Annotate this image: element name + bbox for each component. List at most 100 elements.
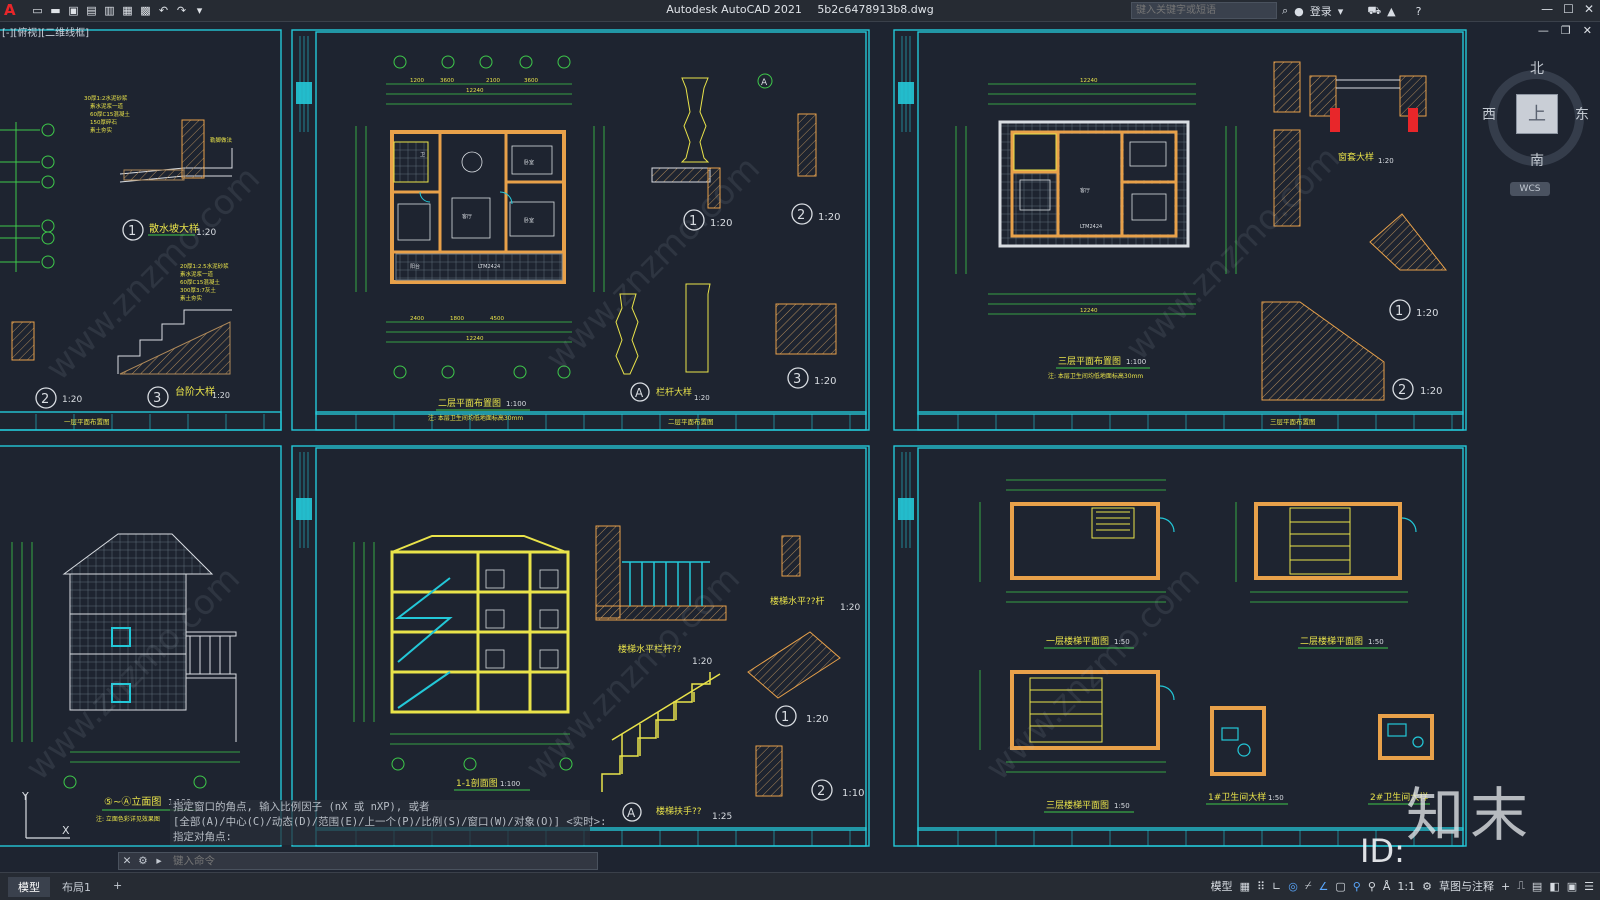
isodraft-icon[interactable]: ⌿ (1305, 879, 1312, 893)
panel-6-stairs: 一层楼梯平面图 二层楼梯平面图 三层楼梯平面图 1#卫生间大样 2#卫生间大样 … (979, 479, 1434, 813)
plan-title-2: 二层平面布置图 (438, 397, 501, 409)
svg-text:客厅: 客厅 (1080, 187, 1090, 194)
view-cube-top-face[interactable]: 上 (1516, 94, 1558, 134)
command-input[interactable] (173, 855, 553, 867)
svg-text:2: 2 (817, 784, 825, 799)
plan-title-3: 三层平面布置图 (1058, 355, 1121, 367)
close-command-icon[interactable]: ✕ (119, 855, 135, 867)
svg-text:LTM2424: LTM2424 (1080, 224, 1102, 230)
svg-text:1:50: 1:50 (1114, 802, 1130, 810)
svg-text:60厚C15混凝土: 60厚C15混凝土 (180, 278, 220, 286)
command-prompt-icon[interactable]: ▸ (151, 855, 167, 867)
svg-text:1:20: 1:20 (212, 391, 230, 400)
document-window-controls: — ❐ ✕ (1538, 24, 1592, 37)
app-name: Autodesk AutoCAD 2021 (666, 3, 802, 16)
customize-wrench-icon[interactable]: ⚙ (135, 855, 151, 867)
workspace-gear-icon[interactable]: ⚙ (1422, 880, 1432, 893)
chevron-down-icon[interactable]: ▾ (1338, 5, 1344, 18)
help-icon[interactable]: ? (1416, 5, 1422, 18)
viewport-controls-label[interactable]: [-][俯视][二维线框] (2, 24, 89, 39)
object-snap-icon[interactable]: ▢ (1335, 880, 1345, 893)
compass-south[interactable]: 南 (1530, 150, 1544, 170)
scale-label-6: 1:20 (806, 714, 828, 725)
customization-menu-icon[interactable]: ☰ (1584, 880, 1594, 893)
grid-icon[interactable]: ▦ (1240, 880, 1250, 893)
new-file-icon[interactable]: ▭ (30, 3, 45, 18)
doc-minimize-icon[interactable]: — (1538, 24, 1549, 37)
scale-label-2: 1:20 (818, 212, 840, 223)
compass-east[interactable]: 东 (1575, 104, 1589, 124)
stair-plan-title-2: 二层楼梯平面图 (1300, 635, 1363, 647)
snap-icon[interactable]: ⠿ (1257, 880, 1265, 893)
isolate-objects-icon[interactable]: ◧ (1549, 880, 1559, 893)
svg-text:1:20: 1:20 (840, 603, 860, 613)
annotation-visibility-icon[interactable]: ⚲ (1353, 880, 1361, 893)
annotation-monitor-icon[interactable]: + (1501, 880, 1510, 893)
svg-text:2: 2 (41, 392, 49, 407)
search-icon[interactable]: ⌕ (1282, 4, 1288, 18)
annotation-scale-icon[interactable]: Å (1383, 880, 1391, 893)
svg-text:卧室: 卧室 (524, 159, 534, 166)
auto-scale-icon[interactable]: ⚲ (1368, 880, 1376, 893)
svg-text:素水泥浆一道: 素水泥浆一道 (90, 102, 124, 110)
save-as-icon[interactable]: ▤ (84, 3, 99, 18)
doc-close-icon[interactable]: ✕ (1583, 24, 1592, 37)
panel-2-floor-plan: 1200 3600 2100 3600 12240 12240 2400 1800 4500… (355, 55, 840, 422)
svg-text:12240: 12240 (1080, 308, 1098, 314)
command-history: 指定窗口的角点, 输入比例因子 (nX 或 nXP), 或者 [全部(A)/中心… (170, 800, 606, 845)
drawing-canvas[interactable]: 30厚1:2水泥砂浆 素水泥浆一道 60厚C15混凝土 150厚碎石 素土夯实 勒脚做法… (0, 22, 1600, 872)
polar-tracking-icon[interactable]: ◎ (1288, 880, 1298, 893)
svg-text:1200: 1200 (410, 78, 424, 84)
save-web-icon[interactable]: ▦ (120, 3, 135, 18)
quick-properties-icon[interactable]: ▤ (1532, 880, 1542, 893)
ortho-icon[interactable]: ∟ (1272, 880, 1281, 893)
section-title: 1-1剖面图 (456, 777, 498, 789)
compass-north[interactable]: 北 (1530, 58, 1544, 78)
tab-model[interactable]: 模型 (8, 877, 50, 897)
footer-1: 一层平面布置图 (64, 417, 110, 426)
open-web-icon[interactable]: ▥ (102, 3, 117, 18)
tab-add[interactable]: + (103, 877, 132, 897)
units-icon[interactable]: ⎍ (1517, 879, 1525, 893)
command-history-line: 指定对角点: (170, 830, 590, 845)
workspace-dropdown[interactable]: 草图与注释 (1439, 878, 1494, 894)
elevation-title: ⑤~Ⓐ立面图 (104, 795, 161, 808)
plan-note-3: 注: 本层卫生间均低地面标高30mm (1048, 372, 1143, 380)
scale-dropdown[interactable]: 1:1 (1397, 880, 1415, 893)
view-cube[interactable]: 上 北 南 西 东 (1482, 58, 1590, 170)
minimize-icon[interactable]: — (1541, 2, 1553, 16)
login-link[interactable]: 登录 (1310, 3, 1332, 19)
svg-text:Y: Y (21, 790, 29, 803)
tab-layout1[interactable]: 布局1 (52, 877, 101, 897)
customize-chevron-icon[interactable]: ▾ (192, 3, 207, 18)
svg-text:阳台: 阳台 (410, 263, 420, 270)
cart-icon[interactable]: ⛟ (1367, 4, 1381, 19)
clean-screen-icon[interactable]: ▣ (1567, 880, 1577, 893)
doc-restore-icon[interactable]: ❐ (1561, 24, 1571, 37)
svg-text:1800: 1800 (450, 316, 464, 322)
save-icon[interactable]: ▣ (66, 3, 81, 18)
status-tools: 模型 ▦ ⠿ ∟ ◎ ⌿ ∠ ▢ ⚲ ⚲ Å 1:1 ⚙ 草图与注释 + ⎍ ▤… (1211, 878, 1594, 894)
plot-icon[interactable]: ▩ (138, 3, 153, 18)
svg-text:12240: 12240 (1080, 78, 1098, 84)
viewport-bar: [-][俯视][二维线框] — ❐ ✕ (0, 23, 1600, 39)
svg-text:300厚3:7灰土: 300厚3:7灰土 (180, 286, 216, 294)
a360-icon[interactable]: ▲ (1387, 5, 1395, 18)
redo-icon[interactable]: ↷ (174, 3, 189, 18)
autocad-logo-icon[interactable]: A (4, 2, 20, 19)
model-space-button[interactable]: 模型 (1211, 878, 1233, 894)
wcs-menu[interactable]: WCS (1510, 182, 1550, 196)
svg-text:卧室: 卧室 (524, 217, 534, 224)
user-icon[interactable]: ● (1294, 5, 1304, 18)
drawing-svg[interactable]: 30厚1:2水泥砂浆素水泥浆一道60厚C15混凝土 150厚碎石素土夯实勒脚做法… (0, 22, 1600, 872)
undo-icon[interactable]: ↶ (156, 3, 171, 18)
compass-west[interactable]: 西 (1482, 104, 1496, 124)
title-bar: A ▭ ▬ ▣ ▤ ▥ ▦ ▩ ↶ ↷ ▾ Autodesk AutoCAD 2… (0, 0, 1600, 22)
close-icon[interactable]: ✕ (1584, 2, 1594, 16)
svg-text:素土夯实: 素土夯实 (90, 126, 113, 134)
svg-text:1:20: 1:20 (692, 657, 712, 667)
maximize-icon[interactable]: ☐ (1563, 2, 1574, 16)
open-folder-icon[interactable]: ▬ (48, 3, 63, 18)
object-snap-tracking-icon[interactable]: ∠ (1318, 880, 1328, 893)
search-input[interactable] (1131, 2, 1277, 19)
